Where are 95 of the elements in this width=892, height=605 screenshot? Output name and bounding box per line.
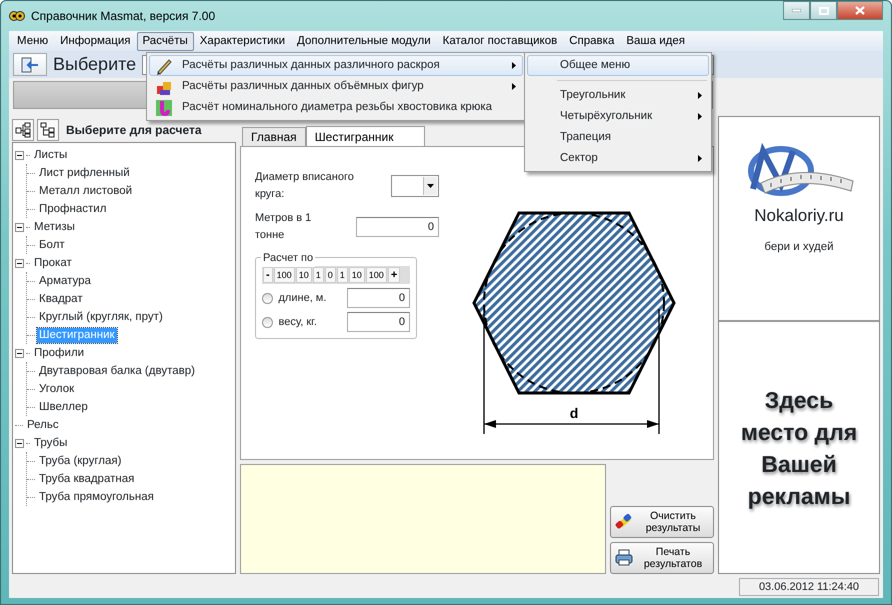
step-button[interactable]: - — [263, 267, 273, 283]
close-button[interactable] — [837, 1, 883, 20]
tab[interactable]: Шестигранник — [306, 126, 424, 146]
tree-item[interactable]: Швеллер — [37, 400, 90, 414]
collapse-all-button[interactable] — [37, 119, 59, 141]
eraser-icon — [615, 513, 633, 531]
exit-icon — [20, 56, 40, 72]
action-button[interactable]: Печать результатов — [610, 542, 714, 574]
step-button[interactable]: 1 — [312, 267, 324, 283]
tree-item[interactable]: Круглый (кругляк, прут) — [37, 310, 165, 324]
step-button[interactable]: 100 — [366, 267, 387, 283]
tree-item[interactable]: Двутавровая балка (двутавр) — [37, 364, 197, 378]
tree-item[interactable]: Квадрат — [37, 292, 85, 306]
panel-title: Выберите для расчета — [66, 122, 202, 139]
step-button[interactable]: 10 — [296, 267, 312, 283]
expand-all-button[interactable] — [12, 119, 34, 141]
submenu-arrow-icon — [698, 155, 702, 162]
tree-item[interactable]: Листы — [32, 148, 70, 162]
tree-item[interactable]: Уголок — [37, 382, 76, 396]
tree-icon — [15, 122, 31, 138]
tree-item[interactable]: Труба прямоугольная — [37, 490, 156, 504]
tree-item[interactable]: Труба квадратная — [37, 472, 136, 486]
step-button[interactable]: 100 — [274, 267, 295, 283]
site-name: Nokaloriy.ru — [754, 205, 844, 227]
collapse-icon[interactable] — [15, 348, 24, 358]
field-label: Диаметр вписаного круга: — [255, 170, 355, 202]
tree-item[interactable]: Рельс — [25, 418, 61, 432]
submenu-arrow-icon — [698, 113, 702, 120]
tab[interactable]: Главная — [242, 127, 306, 146]
tree-item[interactable]: Труба (круглая) — [37, 454, 124, 468]
menu-item[interactable]: Расчёты — [136, 32, 194, 50]
maximize-button[interactable] — [810, 1, 837, 20]
tree-item[interactable]: Метизы — [32, 220, 77, 234]
dimension-label: d — [570, 405, 578, 421]
minimize-icon — [792, 9, 801, 12]
menu-item[interactable]: Расчёты различных данных объёмных фигур — [149, 76, 523, 97]
maximize-icon — [818, 6, 828, 14]
tree-item[interactable]: Арматура — [37, 274, 93, 288]
input-field[interactable]: 0 — [356, 216, 439, 236]
collapse-icon[interactable] — [15, 258, 24, 268]
step-button[interactable]: 10 — [348, 267, 365, 283]
submenu-arrow-icon — [512, 62, 516, 69]
menu-item[interactable]: Расчёт номинального диаметра резьбы хвостовика крюка — [149, 97, 523, 118]
status-datetime: 03.06.2012 11:24:40 — [739, 578, 879, 596]
slogan: бери и худей — [764, 240, 834, 254]
menu-item[interactable]: Характеристики — [194, 32, 292, 50]
pencil-icon — [155, 56, 173, 74]
action-button[interactable]: Очистить результаты — [610, 506, 714, 538]
radio-button[interactable] — [262, 292, 273, 304]
tree-item[interactable]: Прокат — [32, 256, 74, 270]
caret-icon — [427, 184, 434, 188]
tree-item[interactable]: Болт — [37, 238, 67, 252]
radio-label: длине, м. — [278, 290, 328, 306]
menu-item[interactable]: Информация — [54, 32, 137, 50]
input-field[interactable]: 0 — [346, 312, 410, 332]
step-button[interactable]: 0 — [324, 267, 336, 283]
menu-item[interactable]: Дополнительные модули — [291, 32, 437, 50]
exit-button[interactable] — [13, 53, 47, 76]
input-field[interactable]: 0 — [346, 288, 410, 308]
collapse-icon[interactable] — [15, 150, 24, 160]
tree-item[interactable]: Металл листовой — [37, 184, 134, 198]
menu-item[interactable]: Ваша идея — [620, 32, 691, 50]
submenu-arrow-icon — [698, 92, 702, 99]
minimize-button[interactable] — [783, 1, 810, 20]
menu-item[interactable]: Треугольник — [527, 85, 709, 106]
menu-item[interactable]: Сектор — [527, 148, 709, 169]
menu-item[interactable]: Каталог поставщиков — [436, 32, 564, 50]
menu-item[interactable]: Общее меню — [527, 55, 709, 76]
dropdown-field[interactable] — [391, 174, 439, 196]
tree-icon — [40, 122, 56, 138]
radio-label: весу, кг. — [278, 314, 318, 330]
tree-item[interactable]: Профили — [32, 346, 86, 360]
collapse-icon[interactable] — [15, 222, 24, 232]
menu-item[interactable]: Меню — [11, 32, 54, 50]
submenu-arrow-icon — [512, 83, 516, 90]
group-title: Расчет по — [261, 250, 316, 266]
tree-item[interactable]: Лист рифленный — [37, 166, 132, 180]
step-button[interactable]: + — [388, 267, 400, 283]
printer-icon — [615, 549, 633, 567]
app-icon — [9, 8, 25, 24]
step-button[interactable]: 1 — [336, 267, 348, 283]
tree-item[interactable]: Трубы — [32, 436, 70, 450]
field-label: Метров в 1 тонне — [255, 211, 312, 242]
menu-item[interactable]: Четырёхугольник — [527, 106, 709, 127]
close-icon — [855, 6, 865, 15]
tree-item[interactable]: Профнастил — [37, 202, 108, 216]
ad-text: Здесь место для Вашей рекламы — [740, 386, 858, 511]
collapse-icon[interactable] — [15, 438, 24, 448]
menu-item[interactable]: Справка — [563, 32, 620, 50]
menu-item[interactable]: Расчёты различных данных различного раскроя — [149, 55, 523, 76]
hook-icon — [155, 98, 173, 116]
toolbar-title: Выберите — [53, 53, 136, 76]
window-title: Справочник Masmat, версия 7.00 — [31, 8, 216, 25]
menu-item[interactable]: Трапеция — [527, 127, 709, 148]
radio-button[interactable] — [262, 316, 273, 328]
